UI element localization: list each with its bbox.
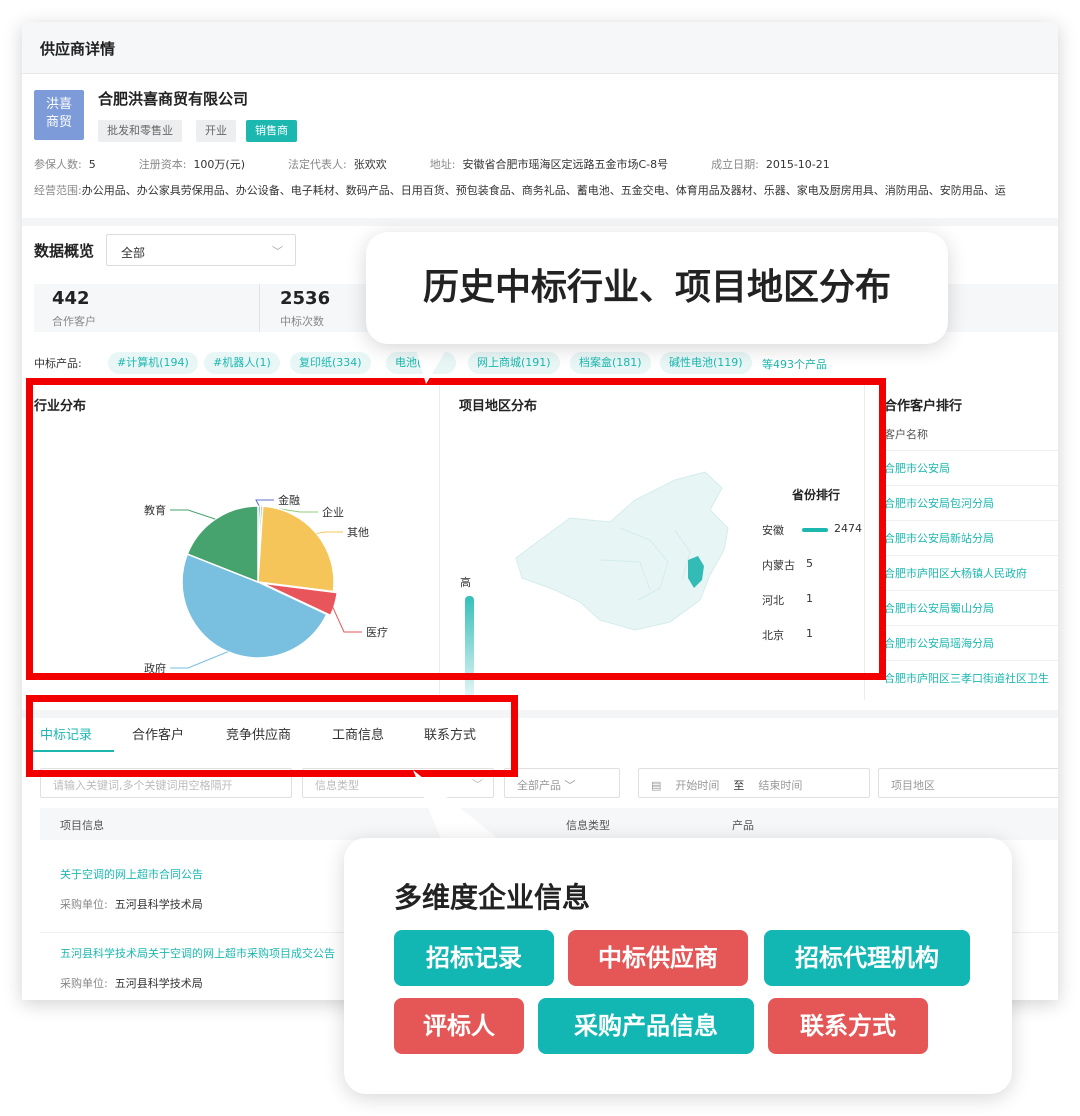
stat-label: 合作客户	[52, 315, 96, 328]
row-divider	[884, 625, 1058, 626]
row-unit: 采购单位: 五河县科学技术局	[60, 896, 203, 912]
customer-link[interactable]: 合肥市公安局包河分局	[884, 495, 994, 511]
customer-link[interactable]: 合肥市公安局蜀山分局	[884, 600, 994, 616]
overview-title: 数据概览	[34, 242, 95, 260]
products-label: 中标产品:	[34, 357, 82, 370]
customer-column-header: 客户名称	[884, 428, 928, 441]
info-label: 参保人数:	[34, 158, 82, 171]
feature-chip: 中标供应商	[568, 930, 748, 986]
product-pill[interactable]: #计算机(194)	[108, 352, 198, 374]
info-value: 5	[88, 158, 96, 171]
callout-text: 历史中标行业、项目地区分布	[422, 267, 891, 308]
keyword-placeholder: 请输入关键词,多个关键词用空格隔开	[53, 779, 233, 792]
region-select[interactable]: 项目地区	[878, 768, 1058, 798]
region-placeholder: 项目地区	[891, 779, 935, 792]
info-value: 安徽省合肥市瑶海区定远路五金市场C-8号	[462, 158, 669, 171]
info-value: 100万(元)	[193, 158, 246, 171]
row-divider	[884, 485, 1058, 486]
chevron-down-icon: ﹀	[272, 245, 283, 258]
logo-line-1: 洪喜	[45, 97, 72, 112]
stat-divider	[259, 284, 260, 332]
row-title-link[interactable]: 五河县科学技术局关于空调的网上超市采购项目成交公告	[60, 945, 335, 961]
product-select[interactable]: 全部产品 ﹀	[504, 768, 620, 798]
row-divider	[884, 520, 1058, 521]
date-range-picker[interactable]: ▤ 开始时间 至 结束时间	[638, 768, 870, 798]
column-header: 信息类型	[566, 819, 610, 832]
company-info-line: 参保人数: 5 注册资本: 100万(元) 法定代表人: 张欢欢 地址: 安徽省…	[34, 156, 830, 172]
customer-rank-title: 合作客户排行	[884, 399, 963, 414]
stat-bids: 2536 中标次数	[280, 288, 330, 329]
page-title: 供应商详情	[40, 40, 116, 58]
unit-value: 五河县科学技术局	[114, 898, 203, 911]
industry-tag: 批发和零售业	[98, 120, 182, 142]
products-more-link[interactable]: 等493个产品	[762, 356, 827, 372]
business-scope: 经营范围:办公用品、办公家具劳保用品、办公设备、电子耗材、数码产品、日用百货、预…	[34, 182, 1054, 198]
product-select-value: 全部产品	[517, 779, 561, 792]
feature-chip: 评标人	[394, 998, 524, 1054]
date-separator: 至	[733, 779, 745, 792]
customer-link[interactable]: 合肥市公安局新站分局	[884, 530, 994, 546]
customer-link[interactable]: 合肥市公安局瑶海分局	[884, 635, 994, 651]
customer-link[interactable]: 合肥市庐阳区大杨镇人民政府	[884, 565, 1027, 581]
info-value: 张欢欢	[353, 158, 387, 171]
company-name: 合肥洪喜商贸有限公司	[98, 90, 249, 108]
unit-value: 五河县科学技术局	[114, 977, 203, 990]
end-date: 结束时间	[758, 779, 803, 792]
product-pill[interactable]: 碱性电池(119)	[660, 352, 752, 374]
row-divider	[884, 590, 1058, 591]
feature-chip: 招标记录	[394, 930, 554, 986]
customer-link[interactable]: 合肥市庐阳区三孝口街道社区卫生	[884, 670, 1049, 686]
column-header: 产品	[732, 819, 754, 832]
unit-label: 采购单位:	[60, 898, 108, 911]
feature-chip: 招标代理机构	[764, 930, 970, 986]
row-divider	[884, 450, 1058, 451]
row-unit: 采购单位: 五河县科学技术局	[60, 975, 203, 991]
stat-customers: 442 合作客户	[52, 288, 96, 329]
row-divider	[884, 660, 1058, 661]
product-pill[interactable]: 档案盒(181)	[570, 352, 651, 374]
title-bar: 供应商详情	[22, 22, 1058, 74]
highlight-box-tabs	[26, 695, 518, 777]
row-title-link[interactable]: 关于空调的网上超市合同公告	[60, 866, 203, 882]
start-date: 开始时间	[675, 779, 720, 792]
product-pill[interactable]: #机器人(1)	[204, 352, 280, 374]
logo-line-2: 商贸	[45, 115, 72, 130]
info-value: 2015-10-21	[765, 158, 830, 171]
callout-enterprise-info: 多维度企业信息 招标记录 中标供应商 招标代理机构 评标人 采购产品信息 联系方…	[344, 838, 1012, 1094]
stat-value: 442	[52, 288, 90, 309]
role-tag: 销售商	[246, 120, 297, 142]
info-type-placeholder: 信息类型	[315, 779, 359, 792]
overview-filter-select[interactable]: 全部 ﹀	[106, 234, 296, 266]
highlight-box-charts	[26, 378, 886, 680]
stat-label: 中标次数	[280, 315, 324, 328]
feature-chip: 采购产品信息	[538, 998, 754, 1054]
product-pill[interactable]: 复印纸(334)	[290, 352, 371, 374]
customer-link[interactable]: 合肥市公安局	[884, 460, 950, 476]
company-logo: 洪喜 商贸	[34, 90, 84, 140]
scope-text: 办公用品、办公家具劳保用品、办公设备、电子耗材、数码产品、日用百货、预包装食品、…	[81, 184, 1006, 197]
calendar-icon: ▤	[651, 779, 662, 792]
info-label: 注册资本:	[138, 158, 187, 171]
column-header: 项目信息	[60, 819, 104, 832]
stat-value: 2536	[280, 288, 331, 309]
unit-label: 采购单位:	[60, 977, 108, 990]
status-tag: 开业	[196, 120, 236, 142]
row-divider	[884, 555, 1058, 556]
info-label: 法定代表人:	[288, 158, 347, 171]
section-divider	[22, 218, 1058, 226]
info-label: 地址:	[429, 158, 456, 171]
feature-chip: 联系方式	[768, 998, 928, 1054]
scope-label: 经营范围:	[34, 184, 82, 197]
callout-distribution: 历史中标行业、项目地区分布	[366, 232, 948, 344]
select-value: 全部	[121, 246, 146, 260]
info-label: 成立日期:	[711, 158, 759, 171]
callout-title: 多维度企业信息	[394, 881, 591, 914]
product-pill[interactable]: 网上商城(191)	[468, 352, 560, 374]
table-header	[40, 808, 1058, 840]
